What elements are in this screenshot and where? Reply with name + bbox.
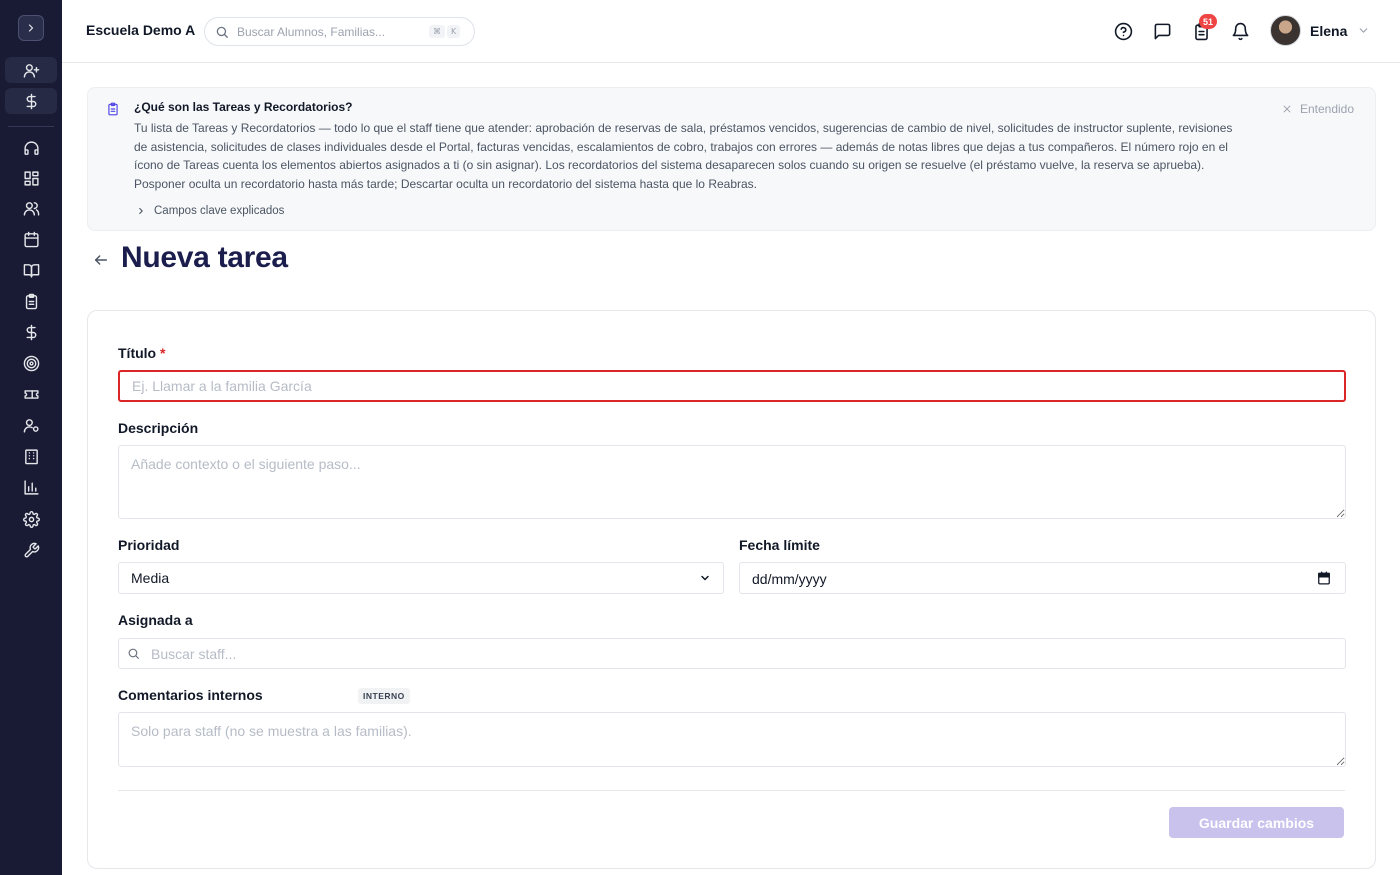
user-plus-icon — [23, 63, 39, 78]
calendar-icon — [23, 231, 39, 247]
title-input[interactable] — [118, 370, 1346, 402]
shortcut-k-key: K — [447, 25, 461, 38]
description-label: Descripción — [118, 420, 199, 436]
settings-icon — [22, 510, 40, 528]
required-marker: * — [160, 345, 166, 361]
user-name: Elena — [1310, 22, 1348, 39]
school-name: Escuela Demo A — [86, 22, 196, 38]
dismiss-info-button[interactable]: Entendido — [1282, 102, 1354, 116]
due-date-label: Fecha límite — [739, 537, 820, 553]
user-settings-icon — [23, 418, 39, 433]
clipboard-icon — [25, 293, 37, 309]
dashboard-icon — [23, 170, 39, 186]
tasks-count-badge: 51 — [1199, 14, 1218, 29]
info-title: ¿Qué son las Tareas y Recordatorios? — [134, 100, 353, 114]
info-description: Tu lista de Tareas y Recordatorios — tod… — [134, 121, 1233, 191]
title-label: Título * — [118, 345, 165, 361]
chevron-right-icon — [28, 24, 34, 32]
description-textarea[interactable] — [118, 445, 1346, 519]
bell-icon — [1232, 22, 1248, 40]
priority-value: Media — [131, 570, 170, 586]
notifications-button[interactable] — [1229, 20, 1251, 42]
sidebar-item-billing[interactable] — [5, 319, 57, 345]
sidebar-item-staff[interactable] — [5, 412, 57, 438]
title-label-text: Título — [118, 345, 157, 361]
sidebar-item-tasks[interactable] — [5, 288, 57, 314]
sidebar-item-goals[interactable] — [5, 350, 57, 376]
avatar — [1270, 15, 1301, 46]
sidebar — [0, 0, 62, 875]
chevron-down-icon — [701, 575, 709, 581]
form-divider — [118, 790, 1345, 791]
user-menu[interactable]: Elena — [1270, 15, 1370, 46]
message-square-icon — [1154, 23, 1170, 39]
page-title: Nueva tarea — [121, 241, 288, 274]
headset-icon — [23, 140, 39, 155]
calendar-icon[interactable] — [1317, 571, 1331, 585]
assignee-search-input[interactable] — [151, 645, 751, 662]
new-task-form: Título * Descripción Prioridad Media Fec… — [87, 310, 1376, 869]
sidebar-item-tools[interactable] — [5, 537, 57, 563]
global-search-input[interactable] — [237, 24, 427, 39]
sidebar-item-locations[interactable] — [5, 443, 57, 469]
info-panel: ¿Qué son las Tareas y Recordatorios? Tu … — [87, 87, 1376, 231]
comments-label: Comentarios internos — [118, 687, 263, 703]
dismiss-info-label: Entendido — [1299, 102, 1354, 116]
shortcut-cmd-key: ⌘ — [429, 25, 445, 38]
sidebar-item-courses[interactable] — [5, 257, 57, 283]
sidebar-item-add-student[interactable] — [5, 57, 57, 83]
due-date-input[interactable]: dd/mm/yyyy — [739, 562, 1346, 594]
book-icon — [23, 263, 39, 278]
priority-select[interactable]: Media — [118, 562, 724, 594]
ticket-icon — [23, 389, 39, 399]
sidebar-item-payments[interactable] — [5, 88, 57, 114]
chevron-right-icon — [139, 207, 143, 215]
sidebar-divider — [8, 126, 54, 127]
messages-button[interactable] — [1151, 20, 1173, 42]
search-icon — [216, 26, 228, 38]
help-circle-icon — [1114, 22, 1132, 40]
sidebar-item-settings[interactable] — [5, 506, 57, 532]
clipboard-icon — [108, 102, 118, 116]
chevron-down-icon — [1357, 24, 1370, 37]
key-fields-expander[interactable]: Campos clave explicados — [136, 205, 284, 217]
assignee-search[interactable] — [118, 638, 1346, 669]
wrench-icon — [23, 542, 39, 558]
save-button[interactable]: Guardar cambios — [1169, 807, 1344, 838]
assigned-label: Asignada a — [118, 612, 193, 628]
key-fields-label: Campos clave explicados — [154, 205, 285, 217]
due-date-value: dd/mm/yyyy — [752, 571, 827, 587]
close-icon — [1283, 105, 1291, 113]
dollar-icon — [26, 93, 36, 109]
back-arrow-icon[interactable] — [93, 252, 109, 268]
internal-comments-textarea[interactable] — [118, 712, 1346, 767]
sidebar-item-calendar[interactable] — [5, 226, 57, 252]
sidebar-item-people[interactable] — [5, 195, 57, 221]
dollar-icon — [26, 324, 36, 340]
priority-label: Prioridad — [118, 537, 180, 553]
chart-icon — [23, 479, 39, 495]
sidebar-item-tickets[interactable] — [5, 381, 57, 407]
building-icon — [24, 448, 38, 464]
sidebar-item-support[interactable] — [5, 135, 57, 161]
global-search[interactable]: ⌘ K — [204, 17, 475, 46]
users-icon — [23, 201, 39, 216]
help-button[interactable] — [1112, 20, 1134, 42]
target-icon — [23, 355, 39, 371]
sidebar-item-dashboard[interactable] — [5, 165, 57, 191]
top-header: Escuela Demo A ⌘ K 51 Elena — [62, 0, 1400, 63]
sidebar-expand-button[interactable] — [18, 15, 44, 41]
sidebar-item-reports[interactable] — [5, 474, 57, 500]
search-icon — [128, 648, 139, 659]
internal-badge: INTERNO — [358, 688, 410, 704]
